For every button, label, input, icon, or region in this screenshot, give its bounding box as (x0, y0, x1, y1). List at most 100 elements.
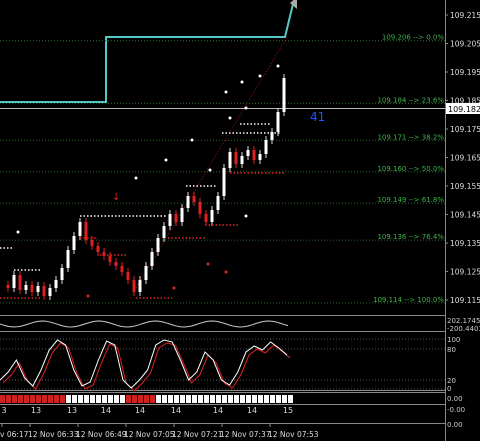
strip-block (276, 395, 281, 403)
stoch-label-80: 80 (447, 346, 456, 354)
candle-body (264, 140, 268, 154)
dot-marker (244, 214, 248, 218)
candle-body (120, 266, 124, 272)
strip-block (246, 395, 251, 403)
strip-block (132, 395, 137, 403)
sell-arrow-icon: ↓ (112, 192, 120, 203)
candle-body (96, 246, 100, 252)
time-label: 12 Nov 06:49 (76, 430, 127, 439)
strip-block (72, 395, 77, 403)
cyan-level-line (0, 3, 294, 103)
strip-block (78, 395, 83, 403)
strip-block (192, 395, 197, 403)
stoch-label-20: 20 (447, 377, 456, 385)
fib-level-label: 109.184 --> 23.6% (377, 96, 444, 104)
dot-marker (164, 158, 168, 162)
price-tick-label: 109.155 (450, 182, 480, 191)
strip-block (96, 395, 101, 403)
dot-marker (224, 270, 228, 274)
strip-block (204, 395, 209, 403)
strip-block (66, 395, 71, 403)
chart-frame (0, 0, 446, 441)
candle-body (6, 285, 10, 288)
strip-block (234, 395, 239, 403)
fib-level-label: 109.149 --> 61.8% (377, 196, 444, 204)
strip-block (144, 395, 149, 403)
hour-label: 14 (247, 406, 257, 415)
candle-body (72, 236, 76, 250)
candle-body (132, 280, 136, 292)
candle-body (276, 112, 280, 132)
strip-block (156, 395, 161, 403)
top-marker-icon (290, 0, 297, 9)
bottom-label-1: -0.00 (447, 406, 465, 414)
candle-body (78, 222, 82, 236)
hour-label: 15 (283, 406, 293, 415)
price-tick-label: 109.115 (450, 296, 480, 305)
candle-body (228, 152, 232, 168)
strip-block (240, 395, 245, 403)
strip-block (18, 395, 23, 403)
indicator-1 (0, 320, 289, 328)
strip-block (102, 395, 107, 403)
candle-body (30, 285, 34, 292)
price-tick-label: 109.175 (450, 125, 480, 134)
price-tick-label: 109.165 (450, 154, 480, 163)
trading-chart[interactable]: 109.215109.205109.195109.185109.175109.1… (0, 0, 480, 441)
candle-body (258, 154, 262, 160)
candle-body (42, 286, 46, 296)
candle-body (168, 214, 172, 226)
candle-body (174, 214, 178, 222)
candle-body (36, 286, 40, 292)
strip-block (210, 395, 215, 403)
time-label: 12 Nov 06:33 (28, 430, 79, 439)
candle-body (126, 272, 130, 280)
candle-body (12, 275, 16, 288)
hour-row: 3 13 13 14 14 14 14 14 15 (1, 406, 293, 415)
strip-block (150, 395, 155, 403)
strip-block (138, 395, 143, 403)
strip-block (198, 395, 203, 403)
indicator1-bottom-label: -200.4403 (447, 325, 480, 333)
candle-body (198, 202, 202, 214)
candle-body (234, 152, 238, 164)
hour-label: 14 (101, 406, 111, 415)
time-label: 12 Nov 07:21 (172, 430, 223, 439)
candle-body (240, 156, 244, 164)
candle-body (108, 256, 112, 262)
dot-marker (16, 230, 20, 234)
big-number: 41 (310, 110, 325, 124)
dot-marker (134, 176, 138, 180)
strip-block (168, 395, 173, 403)
candle-body (138, 280, 142, 292)
bottom-label-0: 0.00 (447, 395, 463, 403)
strip-block (222, 395, 227, 403)
strip-block (186, 395, 191, 403)
current-price-label: 109.182 (448, 105, 480, 114)
dot-marker (228, 116, 232, 120)
strip-block (12, 395, 17, 403)
session-strip (0, 395, 293, 403)
candle-body (252, 150, 256, 160)
stoch-signal-line (2, 342, 291, 392)
dot-marker (240, 80, 244, 84)
strip-block (282, 395, 287, 403)
candle-body (114, 262, 118, 266)
strip-block (84, 395, 89, 403)
strip-block (60, 395, 65, 403)
strip-block (126, 395, 131, 403)
strip-block (48, 395, 53, 403)
strip-block (6, 395, 11, 403)
strip-block (174, 395, 179, 403)
candle-body (222, 168, 226, 196)
indicator1-top-label: 202.1745 (447, 317, 480, 325)
candle-body (210, 210, 214, 222)
strip-block (0, 395, 5, 403)
price-tick-label: 109.145 (450, 211, 480, 220)
hour-label: 14 (213, 406, 223, 415)
time-label: v 06:17 (0, 430, 29, 439)
dot-marker (244, 106, 248, 110)
candle-body (282, 78, 286, 112)
hour-label: 14 (135, 406, 145, 415)
dot-marker (224, 90, 228, 94)
